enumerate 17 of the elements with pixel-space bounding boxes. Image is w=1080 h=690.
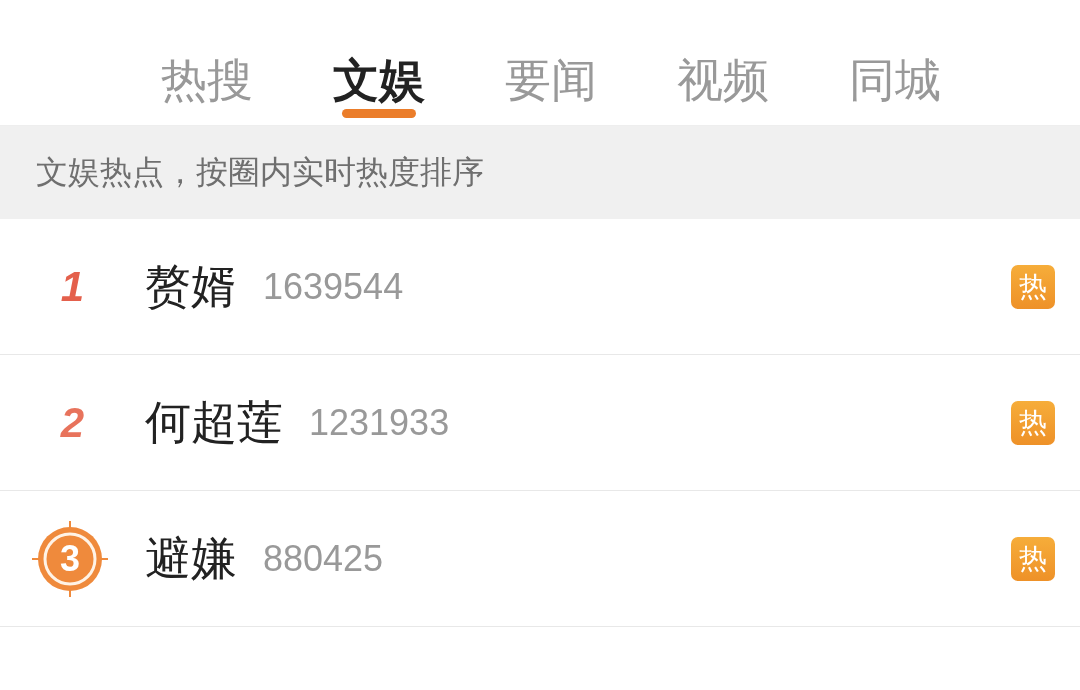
status-badge: 热 [1011, 537, 1055, 581]
rank-number: 1 [60, 262, 85, 311]
rank-number: 2 [60, 398, 85, 447]
trend-row[interactable]: 1 赘婿 1639544 热 [0, 219, 1080, 355]
topic-title: 赘婿 [145, 257, 237, 315]
topic-title: 何超莲 [145, 393, 283, 451]
status-badge: 热 [1011, 401, 1055, 445]
trend-row[interactable]: 2 何超莲 1231933 热 [0, 355, 1080, 491]
status-badge: 热 [1011, 265, 1055, 309]
heat-count: 1231933 [309, 401, 450, 444]
heat-count: 1639544 [263, 265, 404, 308]
trend-row[interactable]: 3 避嫌 880425 热 [0, 491, 1080, 627]
rank-number: 3 [60, 537, 80, 580]
tab[interactable]: 文娱 [333, 0, 425, 126]
heat-count: 880425 [263, 537, 384, 580]
topic-title: 避嫌 [145, 529, 237, 587]
notice-text: 文娱热点，按圈内实时热度排序 [36, 151, 484, 193]
